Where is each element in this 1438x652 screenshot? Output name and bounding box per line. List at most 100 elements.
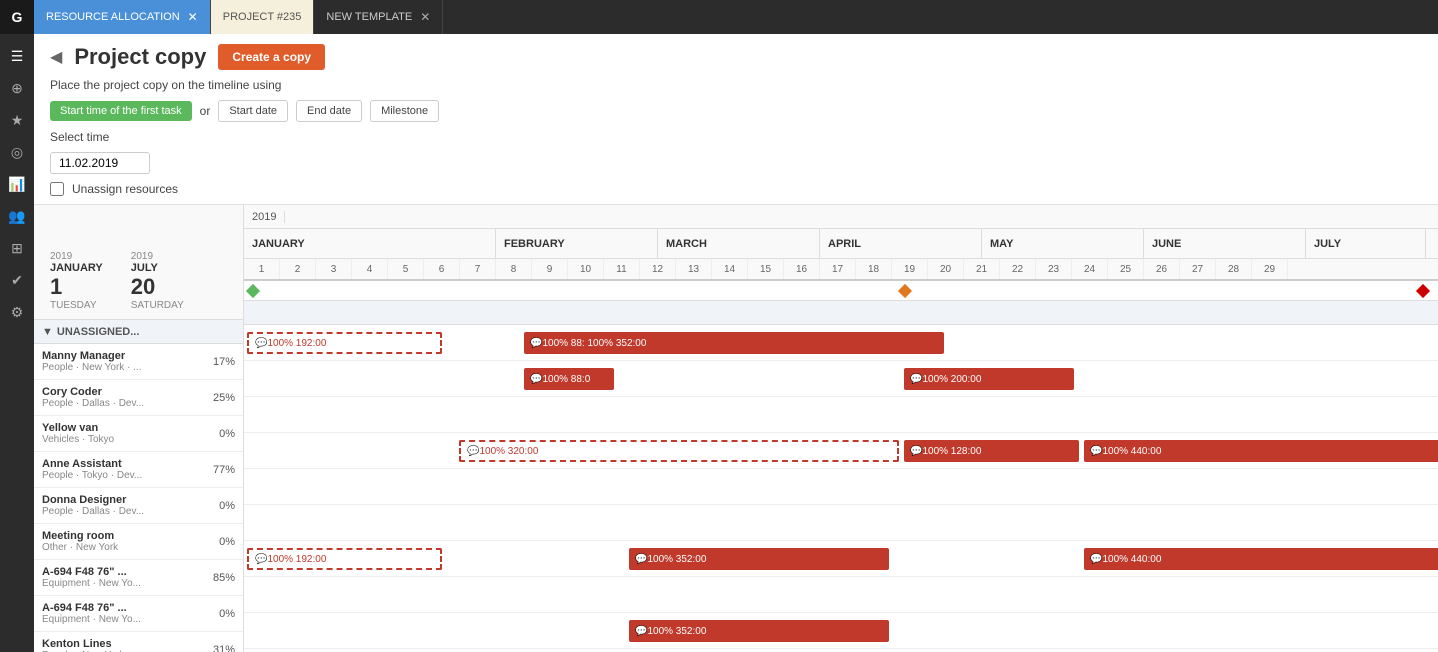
resource-row[interactable]: Kenton Lines People · New York · ... 31%: [34, 632, 243, 652]
end-date-button[interactable]: End date: [296, 100, 362, 122]
milestone-button[interactable]: Milestone: [370, 100, 439, 122]
resource-row[interactable]: Meeting room Other · New York 0%: [34, 524, 243, 560]
resource-sub: Other · New York: [42, 542, 118, 553]
timeline-body: 💬 100% 192:00 💬 100% 88: 100% 352:00 💬 100…: [244, 301, 1438, 652]
timeline-area: 2019 JANUARY 1 TUESDAY 2019 JULY 20 SATU…: [34, 205, 1438, 652]
tab-resource-allocation[interactable]: RESOURCE ALLOCATION ✕: [34, 0, 211, 34]
task-label: 100% 128:00: [922, 446, 981, 457]
timeline-marker-row: [244, 281, 1438, 301]
task-bar[interactable]: 💬 100% 320:00: [459, 440, 899, 462]
timeline-day-27: 27: [1180, 259, 1216, 279]
timeline-resource-row: [244, 397, 1438, 433]
time-input[interactable]: [50, 152, 150, 174]
tab-project-235[interactable]: PROJECT #235: [211, 0, 315, 34]
resource-sub: Vehicles · Tokyo: [42, 434, 114, 445]
tab-close-icon[interactable]: ✕: [420, 10, 430, 24]
task-bar[interactable]: 💬 100% 192:00: [247, 548, 442, 570]
task-bar[interactable]: 💬 100% 192:00: [247, 332, 442, 354]
resource-info: Yellow van Vehicles · Tokyo: [42, 422, 114, 445]
unassign-checkbox[interactable]: [50, 182, 64, 196]
resource-row[interactable]: A-694 F48 76" ... Equipment · New Yo... …: [34, 596, 243, 632]
date2-day: 20: [131, 274, 184, 300]
sidebar-icon-settings[interactable]: ⚙: [3, 298, 31, 326]
timeline-inner: 2019 JANUARYFEBRUARYMARCHAPRILMAYJUNEJUL…: [244, 205, 1438, 652]
task-label: 100% 440:00: [1102, 446, 1161, 457]
timeline-day-19: 19: [892, 259, 928, 279]
timeline-month-january: JANUARY: [244, 229, 496, 258]
resource-info: Anne Assistant People · Tokyo · Dev...: [42, 458, 142, 481]
resource-row[interactable]: Manny Manager People · New York · ... 17…: [34, 344, 243, 380]
resource-row[interactable]: Anne Assistant People · Tokyo · Dev... 7…: [34, 452, 243, 488]
sidebar-icon-menu[interactable]: ☰: [3, 42, 31, 70]
unassign-label: Unassign resources: [72, 182, 178, 196]
resource-row[interactable]: Yellow van Vehicles · Tokyo 0%: [34, 416, 243, 452]
resource-sub: People · Dallas · Dev...: [42, 398, 144, 409]
task-bar[interactable]: 💬 100% 440:00: [1084, 440, 1438, 462]
timeline-day-26: 26: [1144, 259, 1180, 279]
resource-sub: Equipment · New Yo...: [42, 614, 141, 625]
resource-name: Manny Manager: [42, 350, 142, 362]
timeline-year-cell: 2019: [244, 211, 285, 223]
resource-row[interactable]: A-694 F48 76" ... Equipment · New Yo... …: [34, 560, 243, 596]
timeline-month-may: MAY: [982, 229, 1144, 258]
timeline-resource-row: [244, 577, 1438, 613]
resource-info: Cory Coder People · Dallas · Dev...: [42, 386, 144, 409]
marker-mid: [898, 284, 912, 298]
date1-day: 1: [50, 274, 103, 300]
sidebar-icon-circle[interactable]: ◎: [3, 138, 31, 166]
resource-sub: People · Tokyo · Dev...: [42, 470, 142, 481]
task-bar[interactable]: 💬 100% 88: 100% 352:00: [524, 332, 944, 354]
timeline-day-21: 21: [964, 259, 1000, 279]
timeline-month-february: FEBRUARY: [496, 229, 658, 258]
section-header-unassigned[interactable]: ▼ UNASSIGNED...: [34, 320, 243, 344]
create-copy-button[interactable]: Create a copy: [218, 44, 325, 70]
resource-name: A-694 F48 76" ...: [42, 566, 141, 578]
tab-new-template[interactable]: NEW TEMPLATE ✕: [314, 0, 443, 34]
resource-row[interactable]: Cory Coder People · Dallas · Dev... 25%: [34, 380, 243, 416]
tab-bar: G RESOURCE ALLOCATION ✕ PROJECT #235 NEW…: [0, 0, 1438, 34]
or-label: or: [200, 104, 211, 118]
timeline-grid[interactable]: 2019 JANUARYFEBRUARYMARCHAPRILMAYJUNEJUL…: [244, 205, 1438, 652]
timeline-resource-row: 💬 100% 352:00: [244, 613, 1438, 649]
timeline-day-25: 25: [1108, 259, 1144, 279]
task-bar[interactable]: 💬 100% 128:00: [904, 440, 1079, 462]
sidebar-icon-users[interactable]: 👥: [3, 202, 31, 230]
app-logo: G: [0, 0, 34, 34]
resource-date-header: 2019 JANUARY 1 TUESDAY 2019 JULY 20 SATU…: [34, 205, 243, 320]
date2-month: JULY: [131, 262, 184, 274]
sidebar: ☰ ⊕ ★ ◎ 📊 👥 ⊞ ✔ ⚙: [0, 34, 34, 652]
start-task-button[interactable]: Start time of the first task: [50, 101, 192, 121]
resource-info: A-694 F48 76" ... Equipment · New Yo...: [42, 602, 141, 625]
resource-name: Meeting room: [42, 530, 118, 542]
task-label: 100% 352:00: [647, 554, 706, 565]
task-bar[interactable]: 💬 100% 88:0: [524, 368, 614, 390]
start-date-button[interactable]: Start date: [218, 100, 288, 122]
back-button[interactable]: ◀: [50, 47, 62, 67]
tab-close-icon[interactable]: ✕: [188, 10, 198, 24]
task-bar[interactable]: 💬 100% 200:00: [904, 368, 1074, 390]
task-bar[interactable]: 💬 100% 352:00: [629, 548, 889, 570]
task-label: 100% 192:00: [267, 338, 326, 349]
timeline-month-april: APRIL: [820, 229, 982, 258]
resource-row[interactable]: Donna Designer People · Dallas · Dev... …: [34, 488, 243, 524]
timeline-day-16: 16: [784, 259, 820, 279]
timeline-day-10: 10: [568, 259, 604, 279]
task-label: 100% 200:00: [922, 374, 981, 385]
sidebar-icon-star[interactable]: ★: [3, 106, 31, 134]
sidebar-icon-chart[interactable]: 📊: [3, 170, 31, 198]
sidebar-icon-grid[interactable]: ⊞: [3, 234, 31, 262]
timeline-day-11: 11: [604, 259, 640, 279]
timeline-day-14: 14: [712, 259, 748, 279]
sidebar-icon-tasks[interactable]: ✔: [3, 266, 31, 294]
task-bar[interactable]: 💬 100% 440:00: [1084, 548, 1438, 570]
tab-label: NEW TEMPLATE: [326, 11, 412, 23]
task-label: 100% 192:00: [267, 554, 326, 565]
sidebar-icon-add[interactable]: ⊕: [3, 74, 31, 102]
task-bar[interactable]: 💬 100% 352:00: [629, 620, 889, 642]
resource-pct: 17%: [213, 356, 235, 368]
timeline-day-9: 9: [532, 259, 568, 279]
timeline-day-22: 22: [1000, 259, 1036, 279]
date1-month: JANUARY: [50, 262, 103, 274]
task-icon: 💬: [467, 446, 479, 457]
timeline-months-row: JANUARYFEBRUARYMARCHAPRILMAYJUNEJULY: [244, 229, 1438, 259]
